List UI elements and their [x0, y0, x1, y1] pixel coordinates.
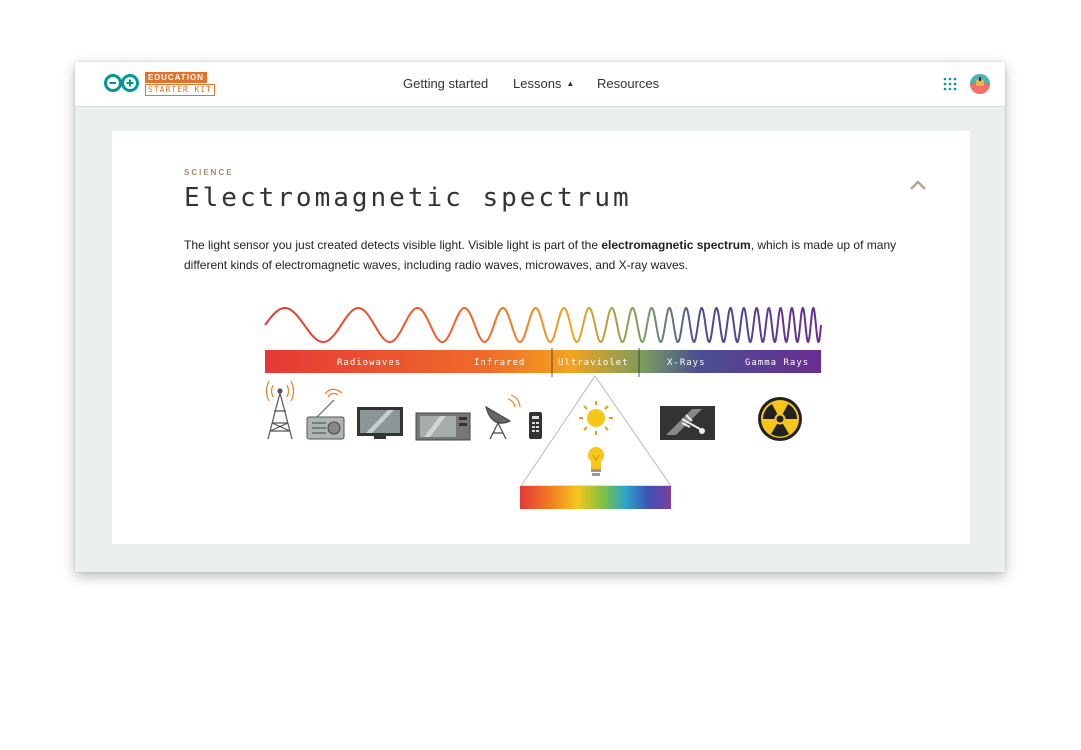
visible-light-band: [520, 486, 671, 509]
remote-control-icon: [529, 412, 542, 439]
satellite-dish-icon: [485, 394, 521, 440]
nav-lessons-label: Lessons: [513, 76, 562, 91]
electromagnetic-spectrum-diagram: Radiowaves Infrared Ultraviolet X-Rays G…: [264, 306, 822, 509]
microwave-icon: [415, 412, 471, 441]
light-bulb-icon: [588, 447, 604, 476]
nav-resources[interactable]: Resources: [597, 76, 659, 91]
band-label-gamma-rays: Gamma Rays: [745, 358, 809, 368]
band-label-ultraviolet: Ultraviolet: [558, 358, 629, 368]
nav-lessons[interactable]: Lessons ▲: [513, 76, 574, 91]
nav-getting-started-label: Getting started: [403, 76, 489, 91]
lesson-title: Electromagnetic spectrum: [184, 183, 632, 213]
lesson-body-bold: electromagnetic spectrum: [601, 238, 751, 252]
main-nav: Getting started Lessons ▲ Resources: [75, 62, 1005, 106]
chevron-up-icon[interactable]: [909, 179, 927, 191]
lesson-body-text: The light sensor you just created detect…: [184, 238, 602, 252]
wave-line: [264, 306, 822, 344]
lesson-category: SCIENCE: [184, 168, 234, 177]
caret-up-icon: ▲: [566, 79, 575, 88]
lesson-body: The light sensor you just created detect…: [184, 235, 924, 275]
band-label-infrared: Infrared: [474, 358, 525, 368]
band-label-radiowaves: Radiowaves: [337, 358, 401, 368]
lesson-card: SCIENCE Electromagnetic spectrum The lig…: [112, 131, 970, 544]
apps-grid-icon[interactable]: [943, 77, 957, 91]
radiation-icon: [758, 397, 802, 441]
nav-getting-started[interactable]: Getting started: [403, 76, 488, 91]
x-ray-icon: [660, 406, 715, 440]
sun-icon: [579, 401, 613, 435]
radio-tower-icon: [265, 380, 295, 440]
browser-window: EDUCATION STARTER KIT Getting started Le…: [75, 62, 1005, 572]
television-icon: [357, 407, 403, 439]
user-avatar[interactable]: [970, 74, 990, 94]
radio-icon: [306, 388, 345, 440]
top-navigation-bar: EDUCATION STARTER KIT Getting started Le…: [75, 62, 1005, 107]
avatar-icon: [970, 74, 990, 94]
band-label-x-rays: X-Rays: [667, 358, 706, 368]
nav-resources-label: Resources: [597, 76, 660, 91]
